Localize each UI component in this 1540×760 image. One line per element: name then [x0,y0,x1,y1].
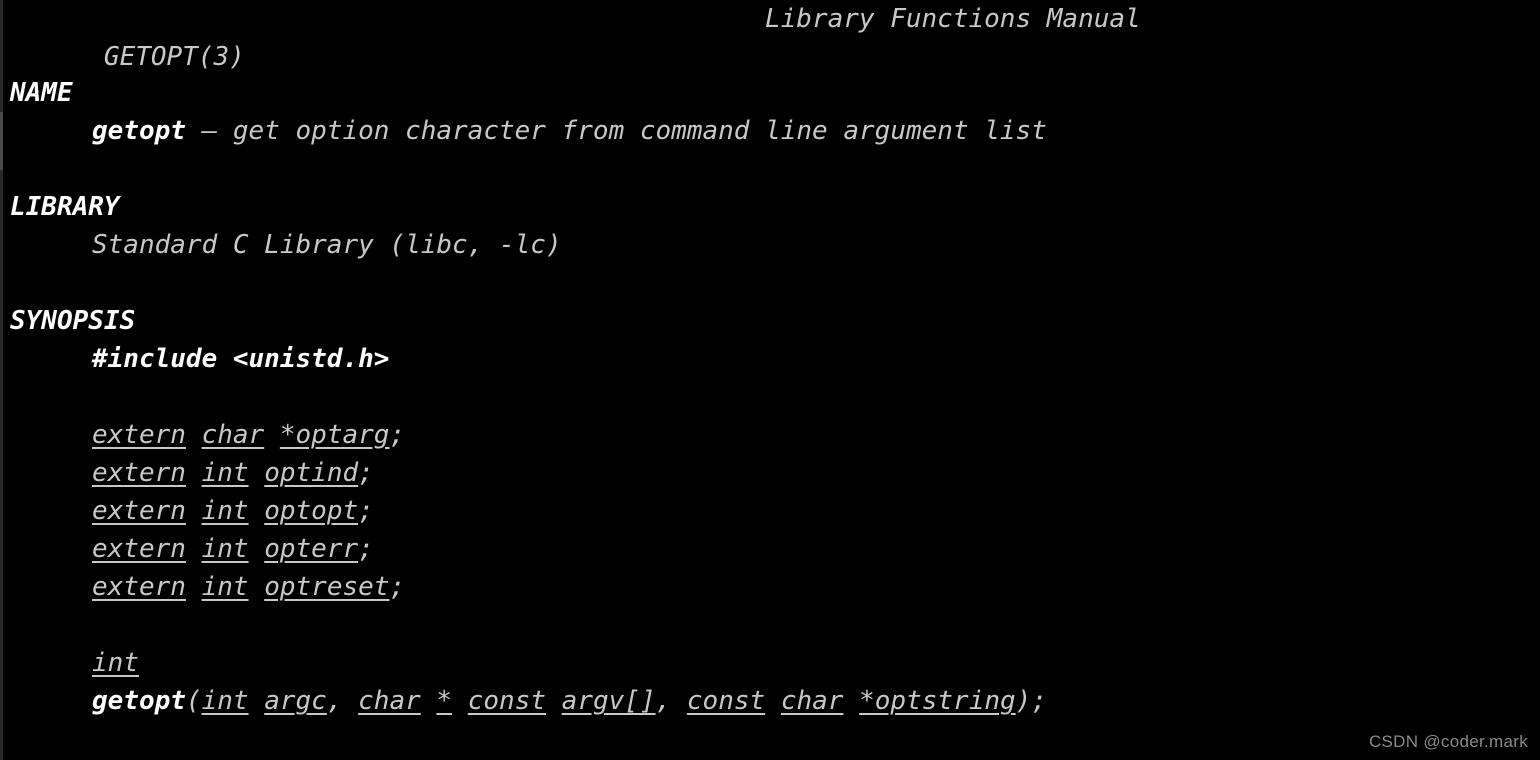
man-header-title: Library Functions Manual [765,4,1141,34]
text-span-plain: ( [185,686,202,716]
text-span-under: extern [92,534,186,564]
man-line: getopt(int argc, char * const argv[], co… [92,682,1530,720]
text-span-under: int [201,458,249,488]
man-line: #include <unistd.h> [92,340,1530,378]
man-line: extern int optind; [92,454,1530,492]
text-span-plain [546,686,562,716]
text-span-plain [249,458,265,488]
man-line: extern int optopt; [92,492,1530,530]
text-span-plain [249,686,265,716]
text-span-plain [452,686,468,716]
text-span-plain: Standard C Library (libc, -lc) [92,230,562,260]
text-span-under: * [436,686,453,716]
section-body: Standard C Library (libc, -lc) [10,226,1530,264]
watermark: CSDN @coder.mark [1368,732,1528,751]
text-span-under: char [358,686,421,716]
man-line [92,378,1530,416]
text-span-plain: ); [1015,686,1047,716]
text-span-under: *optstring [859,686,1016,716]
text-span-plain [186,496,202,526]
text-span-plain [765,686,781,716]
man-line: extern int optreset; [92,568,1530,606]
text-span-under: optreset [264,572,390,602]
text-span-plain: ; [358,458,374,488]
text-span-plain: , [326,686,359,716]
man-line: extern int opterr; [92,530,1530,568]
man-page-content: GETOPT(3) Library Functions Manual NAME g… [0,0,1540,760]
text-span-plain: ; [389,572,406,602]
text-span-under: char [780,686,844,716]
text-span-plain [421,686,437,716]
text-span-under: argc [264,686,327,716]
text-span-plain [186,458,202,488]
man-line: int [92,644,1530,682]
section-body: #include <unistd.h> extern char *optarg; e… [10,340,1530,720]
text-span-under: opterr [264,534,359,564]
text-span-plain [249,534,265,564]
text-span-bold: #include <unistd.h> [92,344,390,374]
text-span-under: int [201,572,249,602]
section-title: SYNOPSIS [10,306,136,336]
text-span-plain: , [655,686,687,716]
text-span-under: *optarg [279,420,390,450]
text-span-under: const [467,686,547,716]
man-header-left: GETOPT(3) [103,42,245,72]
text-span-under: int [201,686,249,716]
man-line: Standard C Library (libc, -lc) [92,226,1530,264]
text-span-under: int [92,648,139,678]
text-span-plain [186,534,202,564]
text-span-plain: ; [358,496,374,526]
man-line: extern char *optarg; [92,416,1530,454]
man-section-synopsis: SYNOPSIS #include <unistd.h> extern char *… [10,302,1530,720]
terminal-window: GETOPT(3) Library Functions Manual NAME g… [0,0,1540,760]
man-section-name: NAME getopt – get option character from c… [10,74,1530,150]
text-span-under: optopt [264,496,359,526]
text-span-under: const [686,686,766,716]
text-span-plain [186,420,202,450]
man-section-library: LIBRARY Standard C Library (libc, -lc) [10,188,1530,264]
text-span-under: int [201,534,249,564]
section-title: LIBRARY [10,192,120,222]
text-span-plain [186,116,202,146]
text-span-under: extern [92,572,186,602]
section-title: NAME [10,78,73,108]
text-span-under: optind [264,458,359,488]
man-line [92,606,1530,644]
text-span-under: argv[] [561,686,656,716]
text-span-under: extern [92,496,186,526]
text-span-bold: getopt [92,686,186,716]
text-span-plain [249,496,265,526]
text-span-plain [249,572,265,602]
text-span-bold: getopt [92,116,186,146]
text-span-plain: – get option character from command line… [201,116,1047,146]
text-span-plain [264,420,280,450]
text-span-under: int [201,496,249,526]
man-line: getopt – get option character from comma… [92,112,1530,150]
text-span-plain: ; [358,534,374,564]
section-body: getopt – get option character from comma… [10,112,1530,150]
text-span-under: char [201,420,265,450]
text-span-plain: ; [389,420,406,450]
text-span-plain [843,686,859,716]
text-span-under: extern [92,458,186,488]
man-page-header: GETOPT(3) Library Functions Manual [10,0,1530,72]
text-span-plain [186,572,202,602]
text-span-under: extern [92,420,186,450]
